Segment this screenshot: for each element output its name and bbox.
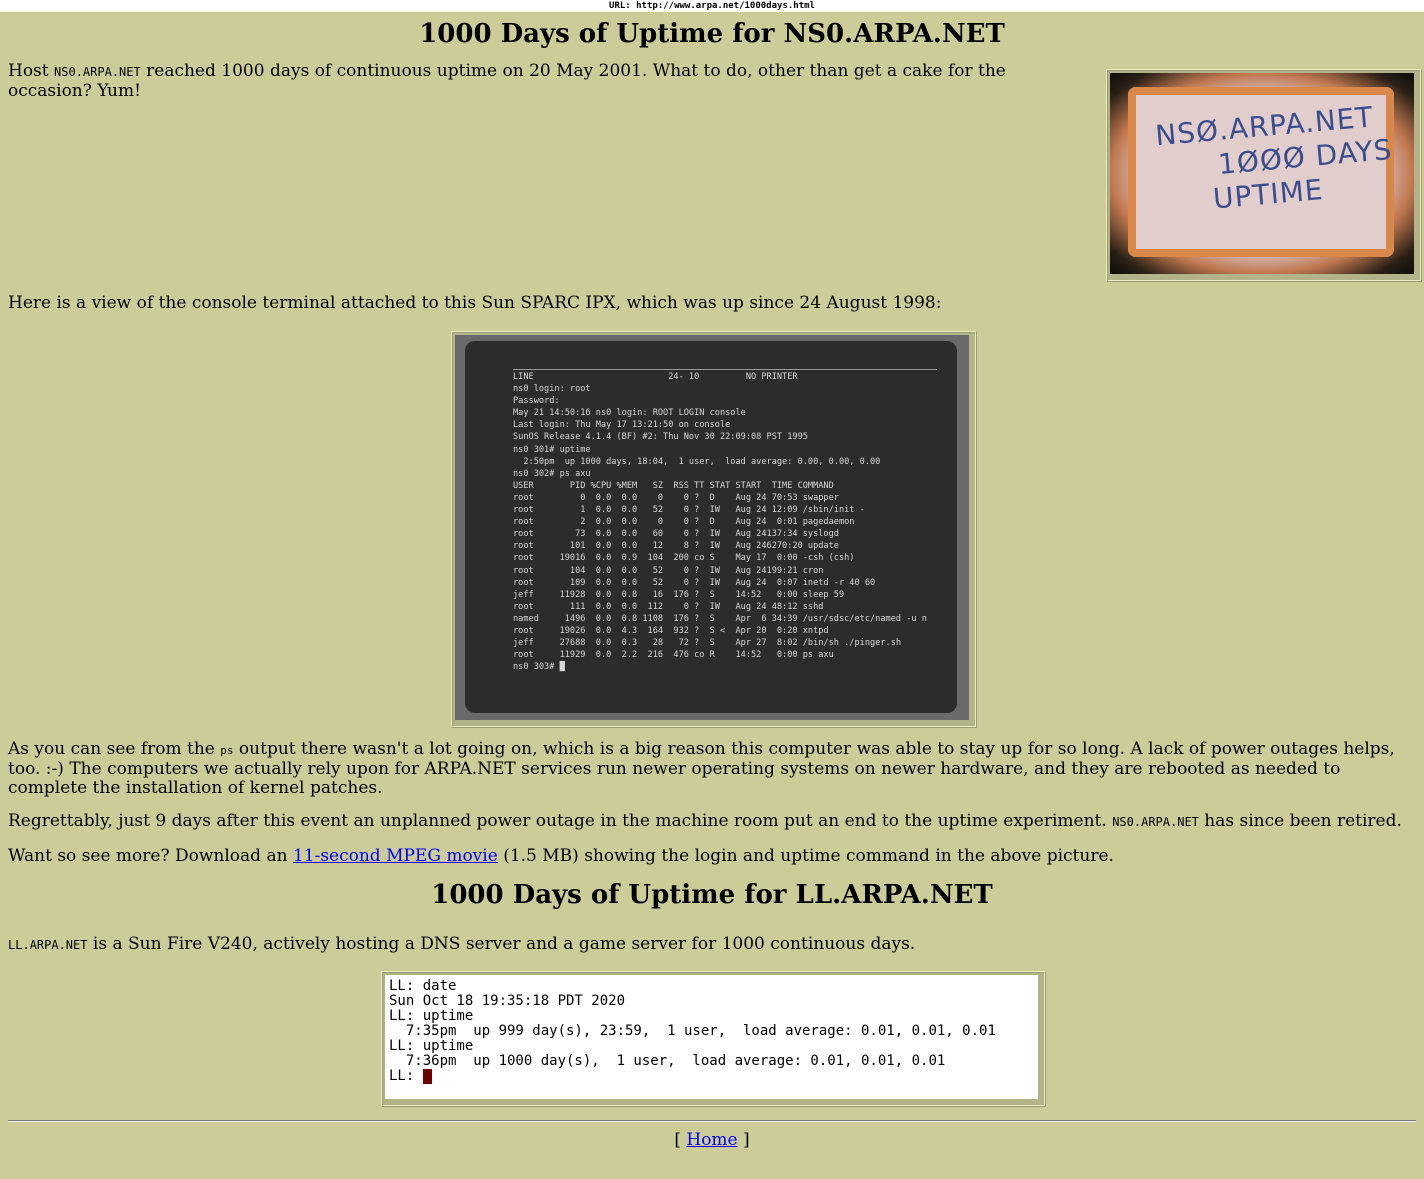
section-title: 1000 Days of Uptime for LL.ARPA.NET <box>431 880 993 910</box>
host-name: LL.ARPA.NET <box>8 938 88 952</box>
regret-post: has since been retired. <box>1198 811 1402 831</box>
movie-paragraph: Want so see more? Download an 11-second … <box>8 847 1114 866</box>
host-name: NS0.ARPA.NET <box>54 65 141 79</box>
host-name: NS0.ARPA.NET <box>1112 815 1199 829</box>
terminal-box: LL: date Sun Oct 18 19:35:18 PDT 2020 LL… <box>385 975 1038 1099</box>
terminal-output: LL: date Sun Oct 18 19:35:18 PDT 2020 LL… <box>385 975 1038 1084</box>
ps-pre: As you can see from the <box>8 739 221 759</box>
terminal-text: LL: date Sun Oct 18 19:35:18 PDT 2020 LL… <box>389 978 996 1069</box>
ps-command: ps <box>220 744 234 757</box>
cake-image: NSØ.ARPA.NET 1ØØØ DAYS UPTIME <box>1110 73 1414 274</box>
left-bracket: [ <box>674 1130 687 1150</box>
footer-nav: [ Home ] <box>0 1130 1424 1150</box>
crt-screen: LINE 24- 10 NO PRINTER ns0 login: root P… <box>465 341 957 713</box>
regret-pre: Regrettably, just 9 days after this even… <box>8 811 1113 831</box>
intro-host-pre: Host <box>8 61 55 81</box>
terminal-cursor <box>422 1069 432 1084</box>
ps-paragraph: As you can see from the ps output there … <box>8 740 1416 798</box>
terminal-prompt: LL: <box>389 1068 423 1084</box>
terminal-window: LL: date Sun Oct 18 19:35:18 PDT 2020 LL… <box>381 971 1046 1107</box>
footer-divider <box>8 1120 1416 1122</box>
ll-desc-text: is a Sun Fire V240, actively hosting a D… <box>87 934 916 954</box>
console-photo: LINE 24- 10 NO PRINTER ns0 login: root P… <box>451 331 977 728</box>
intro-text: reached 1000 days of continuous uptime o… <box>8 61 1006 101</box>
intro-paragraph: Host NS0.ARPA.NET reached 1000 days of c… <box>8 62 1088 101</box>
console-intro: Here is a view of the console terminal a… <box>8 293 942 313</box>
mpeg-movie-link[interactable]: 11-second MPEG movie <box>293 846 498 866</box>
home-link[interactable]: Home <box>686 1130 737 1150</box>
url-bar: URL: http://www.arpa.net/1000days.html <box>0 0 1424 12</box>
page-title: 1000 Days of Uptime for NS0.ARPA.NET <box>419 19 1005 49</box>
cake-lettering: NSØ.ARPA.NET 1ØØØ DAYS UPTIME <box>1154 99 1397 221</box>
status-line <box>513 369 937 370</box>
right-bracket: ] <box>737 1130 750 1150</box>
movie-pre: Want so see more? Download an <box>8 846 293 866</box>
regret-paragraph: Regrettably, just 9 days after this even… <box>8 812 1402 832</box>
ll-description: LL.ARPA.NET is a Sun Fire V240, actively… <box>8 935 915 955</box>
movie-post: (1.5 MB) showing the login and uptime co… <box>497 846 1114 866</box>
console-output: LINE 24- 10 NO PRINTER ns0 login: root P… <box>513 372 927 673</box>
console-image: LINE 24- 10 NO PRINTER ns0 login: root P… <box>455 335 969 720</box>
cake-photo: NSØ.ARPA.NET 1ØØØ DAYS UPTIME <box>1106 69 1422 282</box>
